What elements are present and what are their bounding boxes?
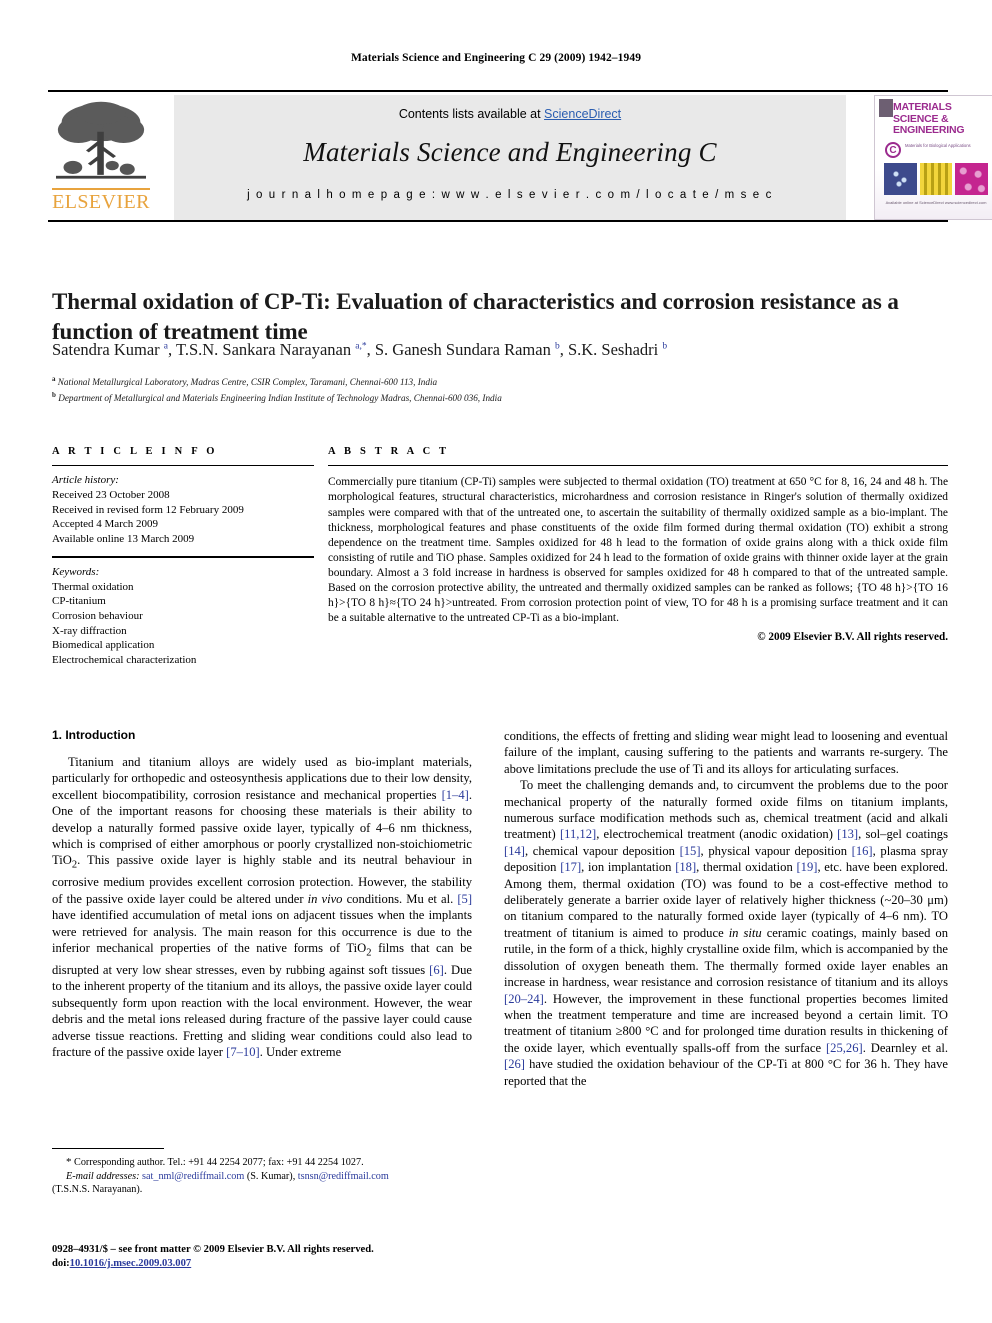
affiliations: a National Metallurgical Laboratory, Mad…: [52, 373, 947, 404]
article-history-block: Article history: Received 23 October 200…: [52, 473, 314, 546]
copyright-line: © 2009 Elsevier B.V. All rights reserved…: [757, 631, 948, 644]
elsevier-mini-icon: [879, 99, 893, 117]
cover-title: MATERIALS SCIENCE & ENGINEERING: [893, 101, 965, 136]
abstract-heading: A B S T R A C T: [328, 446, 450, 457]
cover-image-1: [884, 163, 917, 195]
cover-image-2: [919, 163, 953, 195]
journal-cover-thumbnail[interactable]: MATERIALS SCIENCE & ENGINEERING C Materi…: [874, 95, 992, 220]
keywords-label: Keywords:: [52, 566, 100, 579]
author-list: Satendra Kumar a, T.S.N. Sankara Narayan…: [52, 340, 668, 359]
elsevier-divider: [52, 188, 150, 190]
keyword-item: Biomedical application: [52, 639, 155, 652]
abstract-rule: [328, 465, 948, 467]
body-column-right: conditions, the effects of fretting and …: [504, 728, 948, 1089]
issn-line: 0928–4931/$ – see front matter © 2009 El…: [52, 1244, 374, 1255]
elsevier-tree-icon: [56, 101, 146, 179]
keyword-item: Corrosion behaviour: [52, 609, 143, 622]
abstract-column: A B S T R A C T Commercially pure titani…: [328, 446, 948, 643]
article-page: Materials Science and Engineering C 29 (…: [0, 0, 992, 1323]
keyword-item: X-ray diffraction: [52, 624, 127, 637]
header-top-rule: [48, 90, 948, 92]
intro-paragraph-3: To meet the challenging demands and, to …: [504, 778, 949, 1088]
keyword-item: CP-titanium: [52, 595, 106, 608]
affiliation-a: a National Metallurgical Laboratory, Mad…: [52, 375, 438, 388]
history-item: Accepted 4 March 2009: [52, 518, 158, 531]
affiliation-b: b Department of Metallurgical and Materi…: [52, 390, 502, 403]
contents-available-line: Contents lists available at ScienceDirec…: [174, 107, 846, 121]
abstract-text: Commercially pure titanium (CP-Ti) sampl…: [328, 476, 948, 625]
page-footer: 0928–4931/$ – see front matter © 2009 El…: [52, 1243, 552, 1271]
article-history-label: Article history:: [52, 474, 119, 487]
doi-link[interactable]: 10.1016/j.msec.2009.03.007: [70, 1258, 192, 1269]
running-head: Materials Science and Engineering C 29 (…: [350, 52, 642, 64]
sciencedirect-link[interactable]: ScienceDirect: [544, 107, 621, 121]
email-tail-line: (T.S.N.S. Narayanan).: [52, 1184, 143, 1196]
section-title-introduction: 1. Introduction: [52, 728, 136, 742]
intro-paragraph-2: conditions, the effects of fretting and …: [504, 729, 948, 776]
journal-masthead: Contents lists available at ScienceDirec…: [174, 95, 846, 220]
keyword-item: Electrochemical characterization: [52, 653, 197, 666]
article-info-column: A R T I C L E I N F O Article history: R…: [52, 446, 314, 667]
cover-top-area: MATERIALS SCIENCE & ENGINEERING C Materi…: [875, 96, 992, 160]
cover-image-strip: [884, 163, 989, 195]
corresponding-author-footnote: * Corresponding author. Tel.: +91 44 225…: [52, 1148, 472, 1197]
keywords-block: Keywords: Thermal oxidation CP-titanium …: [52, 565, 314, 667]
keywords-rule: [52, 556, 314, 559]
history-item: Received in revised form 12 February 200…: [52, 503, 244, 516]
doi-label: doi:: [52, 1257, 70, 1269]
cover-subtitle: Materials for Biological Applications: [905, 143, 971, 148]
cover-footer-text: Available online at ScienceDirect www.sc…: [885, 200, 987, 205]
cover-image-3: [955, 163, 989, 195]
intro-paragraph-1: Titanium and titanium alloys are widely …: [52, 755, 473, 1059]
history-item: Received 23 October 2008: [52, 488, 170, 501]
journal-title: Materials Science and Engineering C: [303, 137, 717, 167]
contents-prefix: Contents lists available at: [398, 107, 545, 121]
header-bottom-rule: [48, 220, 948, 222]
keyword-item: Thermal oxidation: [52, 580, 134, 593]
article-info-rule: [52, 465, 314, 467]
cover-letter-c: C: [885, 142, 901, 158]
email-line: E-mail addresses: sat_nml@rediffmail.com…: [66, 1170, 389, 1182]
page-title: Thermal oxidation of CP-Ti: Evaluation o…: [52, 289, 899, 345]
journal-homepage-line[interactable]: j o u r n a l h o m e p a g e : w w w . …: [174, 189, 846, 201]
elsevier-logo: ELSEVIER: [48, 95, 154, 220]
footnote-text: * Corresponding author. Tel.: +91 44 225…: [52, 1156, 472, 1197]
journal-header-band: ELSEVIER Contents lists available at Sci…: [48, 90, 992, 222]
elsevier-wordmark: ELSEVIER: [52, 191, 150, 213]
doi-line: doi:10.1016/j.msec.2009.03.007: [52, 1257, 552, 1271]
history-item: Available online 13 March 2009: [52, 532, 195, 545]
corresponding-author-line: * Corresponding author. Tel.: +91 44 225…: [66, 1156, 364, 1169]
article-info-heading: A R T I C L E I N F O: [52, 446, 218, 457]
footnote-rule: [52, 1148, 164, 1150]
body-column-left: 1. Introduction Titanium and titanium al…: [52, 728, 472, 1060]
